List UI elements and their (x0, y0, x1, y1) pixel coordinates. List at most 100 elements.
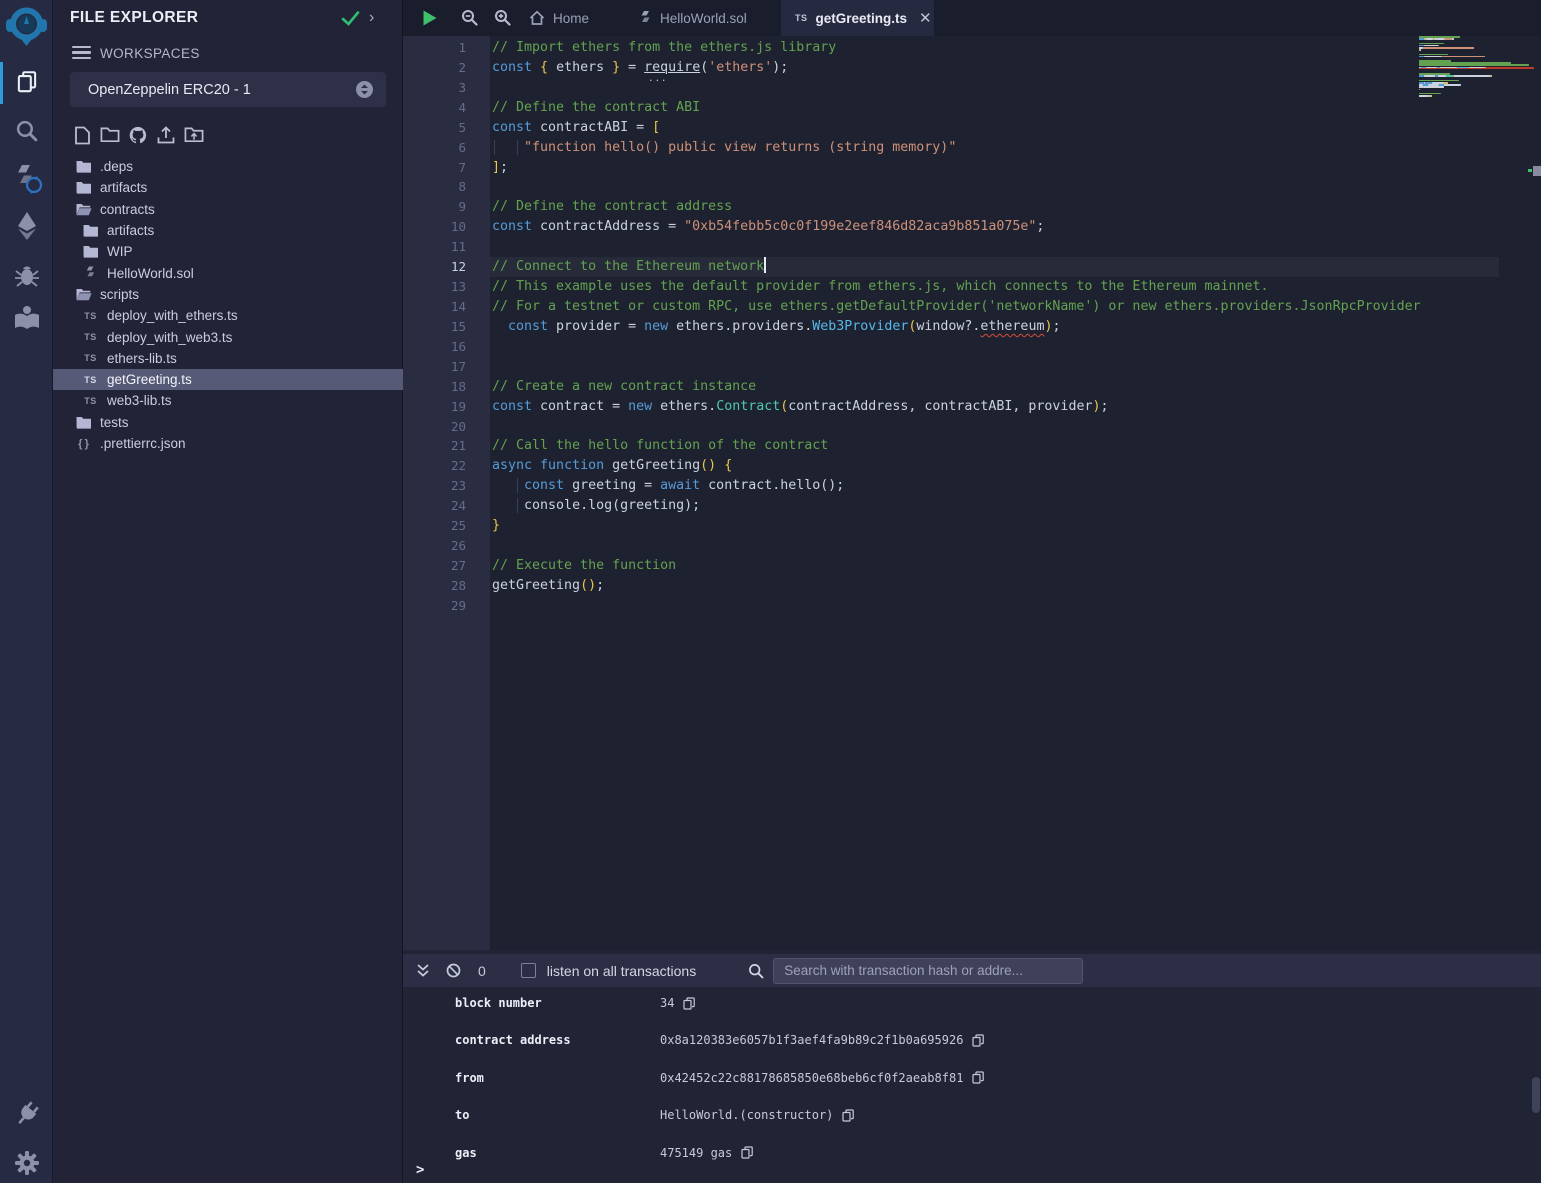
code-line[interactable]: } (490, 516, 1499, 536)
line-number[interactable]: 14 (403, 297, 490, 317)
tree-item-wip[interactable]: WIP (53, 241, 403, 262)
code-line[interactable] (490, 417, 1499, 437)
remix-logo-icon[interactable] (0, 4, 53, 50)
search-icon[interactable] (0, 118, 53, 143)
line-number[interactable]: 25 (403, 516, 490, 536)
line-number[interactable]: 8 (403, 177, 490, 197)
code-line[interactable]: const contractAddress = "0xb54febb5c0c0f… (490, 217, 1499, 237)
code-line[interactable]: // Define the contract address (490, 197, 1499, 217)
editor-scrollbar-thumb[interactable] (1533, 166, 1541, 176)
tree-item-getgreeting-ts[interactable]: TSgetGreeting.ts (53, 369, 403, 390)
line-number[interactable]: 10 (403, 217, 490, 237)
tab-home[interactable]: Home (515, 0, 603, 36)
line-number[interactable]: 17 (403, 357, 490, 377)
code-line[interactable]: // Import ethers from the ethers.js libr… (490, 38, 1499, 58)
tab-getgreeting-ts[interactable]: TS getGreeting.ts ✕ (781, 0, 934, 36)
tree-item-ethers-lib-ts[interactable]: TSethers-lib.ts (53, 348, 403, 369)
code-line[interactable]: console.log(greeting); (490, 496, 1499, 516)
code-line[interactable] (490, 536, 1499, 556)
tree-item-tests[interactable]: tests (53, 412, 403, 433)
debugger-icon[interactable] (0, 261, 53, 289)
line-number[interactable]: 3 (403, 78, 490, 98)
tree-item-artifacts[interactable]: artifacts (53, 177, 403, 198)
line-number[interactable]: 12 (403, 257, 490, 277)
tree-item--prettierrc-json[interactable]: { }.prettierrc.json (53, 433, 403, 454)
clear-console-icon[interactable] (446, 963, 461, 978)
code-line[interactable] (490, 596, 1499, 616)
solidity-compiler-icon[interactable] (0, 161, 53, 197)
code-line[interactable] (490, 177, 1499, 197)
terminal-scrollbar-thumb[interactable] (1532, 1077, 1540, 1113)
create-new-file-icon[interactable] (72, 125, 92, 145)
code-line[interactable] (490, 237, 1499, 257)
listen-transactions-checkbox[interactable] (521, 963, 536, 978)
panel-expand-chevron-icon[interactable]: › (369, 9, 374, 27)
workspace-select[interactable]: OpenZeppelin ERC20 - 1 (70, 72, 386, 107)
code-line[interactable]: getGreeting(); (490, 576, 1499, 596)
code-line[interactable]: // For a testnet or custom RPC, use ethe… (490, 297, 1499, 317)
line-number[interactable]: 11 (403, 237, 490, 257)
code-line[interactable]: async function getGreeting() { (490, 456, 1499, 476)
copy-icon[interactable] (842, 1109, 854, 1122)
code-line[interactable]: const provider = new ethers.providers.We… (490, 317, 1499, 337)
tree-item-deploy-with-web3-ts[interactable]: TSdeploy_with_web3.ts (53, 326, 403, 347)
upload-folder-icon[interactable] (184, 125, 204, 145)
line-number[interactable]: 15 (403, 317, 490, 337)
copy-icon[interactable] (683, 997, 695, 1010)
create-new-folder-icon[interactable] (100, 125, 120, 145)
line-number[interactable]: 5 (403, 118, 490, 138)
deploy-and-run-icon[interactable] (0, 210, 53, 242)
close-tab-icon[interactable]: ✕ (919, 9, 932, 27)
file-explorer-icon[interactable] (0, 69, 53, 95)
code-line[interactable]: "function hello() public view returns (s… (490, 138, 1499, 158)
line-number[interactable]: 27 (403, 556, 490, 576)
run-script-button[interactable] (422, 9, 438, 32)
tree-item--deps[interactable]: .deps (53, 156, 403, 177)
code-line[interactable]: const { ethers } = require('ethers'); (490, 58, 1499, 78)
solidity-learning-icon[interactable] (0, 303, 53, 333)
copy-icon[interactable] (972, 1071, 984, 1084)
publish-to-github-icon[interactable] (128, 125, 148, 145)
tree-item-scripts[interactable]: scripts (53, 284, 403, 305)
terminal-search-input[interactable] (773, 958, 1083, 984)
tree-item-helloworld-sol[interactable]: HelloWorld.sol (53, 262, 403, 283)
line-number[interactable]: 16 (403, 337, 490, 357)
tree-item-deploy-with-ethers-ts[interactable]: TSdeploy_with_ethers.ts (53, 305, 403, 326)
line-number[interactable]: 2 (403, 58, 490, 78)
line-number[interactable]: 24 (403, 496, 490, 516)
code-line[interactable]: const contract = new ethers.Contract(con… (490, 397, 1499, 417)
line-number[interactable]: 19 (403, 397, 490, 417)
line-number[interactable]: 26 (403, 536, 490, 556)
code-line[interactable]: ]; (490, 158, 1499, 178)
code-line[interactable]: // Define the contract ABI (490, 98, 1499, 118)
line-number[interactable]: 13 (403, 277, 490, 297)
code-line[interactable] (490, 78, 1499, 98)
code-line[interactable]: const greeting = await contract.hello(); (490, 476, 1499, 496)
code-line[interactable]: // Connect to the Ethereum network (490, 257, 1499, 277)
code-editor[interactable]: 1234567891011121314151617181920212223242… (403, 36, 1541, 950)
line-number[interactable]: 9 (403, 197, 490, 217)
tab-helloworld-sol[interactable]: HelloWorld.sol (625, 0, 761, 36)
code-line[interactable]: // Create a new contract instance (490, 377, 1499, 397)
workspace-ok-check-icon[interactable] (341, 10, 360, 32)
code-line[interactable]: // This example uses the default provide… (490, 277, 1499, 297)
minimap[interactable] (1419, 36, 1534, 950)
copy-icon[interactable] (972, 1034, 984, 1047)
line-number[interactable]: 29 (403, 596, 490, 616)
zoom-in-icon[interactable] (494, 9, 511, 31)
upload-files-icon[interactable] (156, 125, 176, 145)
line-number[interactable]: 6 (403, 138, 490, 158)
line-number[interactable]: 22 (403, 456, 490, 476)
terminal-prompt[interactable]: > (416, 1162, 424, 1178)
line-number[interactable]: 18 (403, 377, 490, 397)
line-number[interactable]: 1 (403, 38, 490, 58)
collapse-terminal-icon[interactable] (416, 963, 430, 978)
copy-icon[interactable] (741, 1146, 753, 1159)
line-number[interactable]: 4 (403, 98, 490, 118)
zoom-out-icon[interactable] (461, 9, 478, 31)
line-number[interactable]: 28 (403, 576, 490, 596)
code-line[interactable]: const contractABI = [ (490, 118, 1499, 138)
line-number[interactable]: 23 (403, 476, 490, 496)
settings-gear-icon[interactable] (0, 1148, 53, 1178)
code-line[interactable] (490, 337, 1499, 357)
